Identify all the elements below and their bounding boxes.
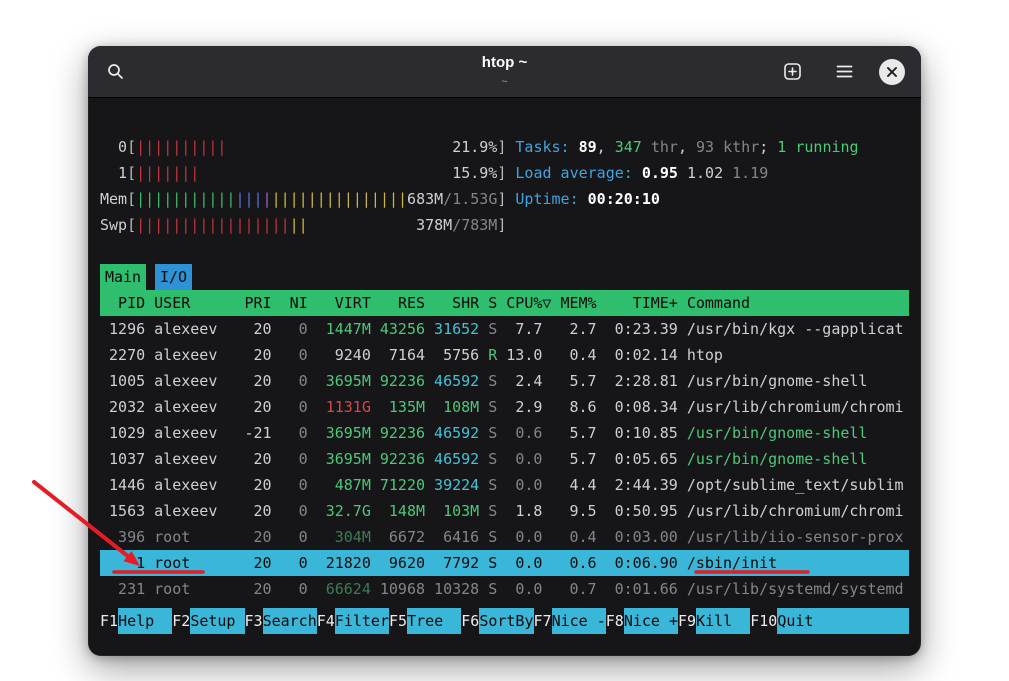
fkey-F10: F10 bbox=[750, 608, 777, 634]
column-header-time[interactable]: TIME+ bbox=[597, 290, 678, 316]
process-row-pid-1[interactable]: 1root2002182096207792S0.00.60:06.90/sbin… bbox=[100, 550, 909, 576]
process-row-pid-2270[interactable]: 2270alexeev200924071645756R13.00.40:02.1… bbox=[100, 342, 909, 368]
process-row-pid-1037[interactable]: 1037alexeev2003695M9223646592S0.05.70:05… bbox=[100, 446, 909, 472]
column-header-user[interactable]: USER bbox=[145, 290, 235, 316]
fbutton-F8[interactable]: Nice + bbox=[624, 608, 678, 634]
blank-line bbox=[100, 238, 909, 264]
fbutton-F1[interactable]: Help bbox=[118, 608, 172, 634]
menu-button[interactable] bbox=[827, 55, 861, 89]
fbutton-F6[interactable]: SortBy bbox=[479, 608, 533, 634]
terminal-window: htop ~ ~ bbox=[88, 46, 921, 656]
fkey-F9: F9 bbox=[678, 608, 696, 634]
meter-mem: Mem[||||||||||||||||||||||||||||||683M/1… bbox=[100, 186, 506, 212]
screen-tabs: Main I/O bbox=[100, 264, 909, 290]
process-row-pid-1296[interactable]: 1296alexeev2001447M4325631652S7.72.70:23… bbox=[100, 316, 909, 342]
process-row-pid-396[interactable]: 396root200304M66726416S0.00.40:03.00/usr… bbox=[100, 524, 909, 550]
window-subtitle: ~ bbox=[482, 75, 527, 89]
process-row-pid-1563[interactable]: 1563alexeev20032.7G148M103MS1.89.50:50.9… bbox=[100, 498, 909, 524]
process-list: 1296alexeev2001447M4325631652S7.72.70:23… bbox=[100, 316, 909, 602]
column-header-s[interactable]: S bbox=[479, 290, 497, 316]
stats: Tasks: 89, 347 thr, 93 kthr; 1 runningLo… bbox=[515, 134, 858, 238]
fbutton-F4[interactable]: Filter bbox=[335, 608, 389, 634]
window-title: htop ~ bbox=[482, 53, 527, 73]
column-header-pri[interactable]: PRI bbox=[235, 290, 271, 316]
fkey-F2: F2 bbox=[172, 608, 190, 634]
meter-cpu0: 0[||||||||||21.9%] bbox=[100, 134, 506, 160]
search-button[interactable] bbox=[98, 55, 132, 89]
process-row-pid-1005[interactable]: 1005alexeev2003695M9223646592S2.45.72:28… bbox=[100, 368, 909, 394]
process-row-pid-231[interactable]: 231root200666241096810328S0.00.70:01.66/… bbox=[100, 576, 909, 602]
fbutton-F7[interactable]: Nice - bbox=[552, 608, 606, 634]
fkey-F5: F5 bbox=[389, 608, 407, 634]
headerbar[interactable]: htop ~ ~ bbox=[88, 46, 921, 98]
fkey-F8: F8 bbox=[606, 608, 624, 634]
fbar-filler bbox=[832, 608, 909, 634]
column-header-shr[interactable]: SHR bbox=[425, 290, 479, 316]
fkey-F1: F1 bbox=[100, 608, 118, 634]
column-header-virt[interactable]: VIRT bbox=[308, 290, 371, 316]
fkey-F4: F4 bbox=[317, 608, 335, 634]
table-header: PIDUSERPRINIVIRTRESSHRSCPU%▽MEM%TIME+Com… bbox=[100, 290, 909, 316]
fbutton-F9[interactable]: Kill bbox=[696, 608, 750, 634]
process-row-pid-2032[interactable]: 2032alexeev2001131G135M108MS2.98.60:08.3… bbox=[100, 394, 909, 420]
meter-swp: Swp[|||||||||||||||||||378M/783M] bbox=[100, 212, 506, 238]
column-header-cpu[interactable]: CPU%▽ bbox=[497, 290, 551, 316]
window-title-block: htop ~ ~ bbox=[482, 53, 527, 89]
process-row-pid-1029[interactable]: 1029alexeev-2103695M9223646592S0.65.70:1… bbox=[100, 420, 909, 446]
meter-cpu1: 1[|||||||15.9%] bbox=[100, 160, 506, 186]
fbutton-F5[interactable]: Tree bbox=[407, 608, 461, 634]
fkey-F6: F6 bbox=[461, 608, 479, 634]
tab-io[interactable]: I/O bbox=[155, 264, 192, 290]
column-header-mem[interactable]: MEM% bbox=[551, 290, 596, 316]
process-row-pid-1446[interactable]: 1446alexeev200487M7122039224S0.04.42:44.… bbox=[100, 472, 909, 498]
column-header-ni[interactable]: NI bbox=[272, 290, 308, 316]
close-icon bbox=[887, 67, 897, 77]
terminal-screen: 0[||||||||||21.9%] 1[|||||||15.9%]Mem[||… bbox=[88, 98, 921, 656]
meters: 0[||||||||||21.9%] 1[|||||||15.9%]Mem[||… bbox=[100, 134, 506, 238]
new-tab-icon bbox=[784, 63, 801, 80]
tab-main[interactable]: Main bbox=[100, 264, 146, 290]
search-icon bbox=[107, 63, 124, 80]
stat-uptime: Uptime: 00:20:10 bbox=[515, 186, 858, 212]
fbutton-F10[interactable]: Quit bbox=[777, 608, 831, 634]
column-header-res[interactable]: RES bbox=[371, 290, 425, 316]
close-button[interactable] bbox=[879, 59, 905, 85]
fkey-F7: F7 bbox=[534, 608, 552, 634]
stat-tasks: Tasks: 89, 347 thr, 93 kthr; 1 running bbox=[515, 134, 858, 160]
column-header-pid[interactable]: PID bbox=[100, 290, 145, 316]
htop-monitor: 0[||||||||||21.9%] 1[|||||||15.9%]Mem[||… bbox=[100, 134, 909, 238]
fbutton-F3[interactable]: Search bbox=[263, 608, 317, 634]
headerbar-controls bbox=[775, 55, 911, 89]
hamburger-icon bbox=[836, 64, 853, 79]
new-tab-button[interactable] bbox=[775, 55, 809, 89]
column-header-cmd[interactable]: Command bbox=[678, 290, 909, 316]
fkey-F3: F3 bbox=[245, 608, 263, 634]
stat-load: Load average: 0.95 1.02 1.19 bbox=[515, 160, 858, 186]
function-key-bar: F1Help F2Setup F3SearchF4FilterF5Tree F6… bbox=[100, 608, 909, 634]
fbutton-F2[interactable]: Setup bbox=[190, 608, 244, 634]
